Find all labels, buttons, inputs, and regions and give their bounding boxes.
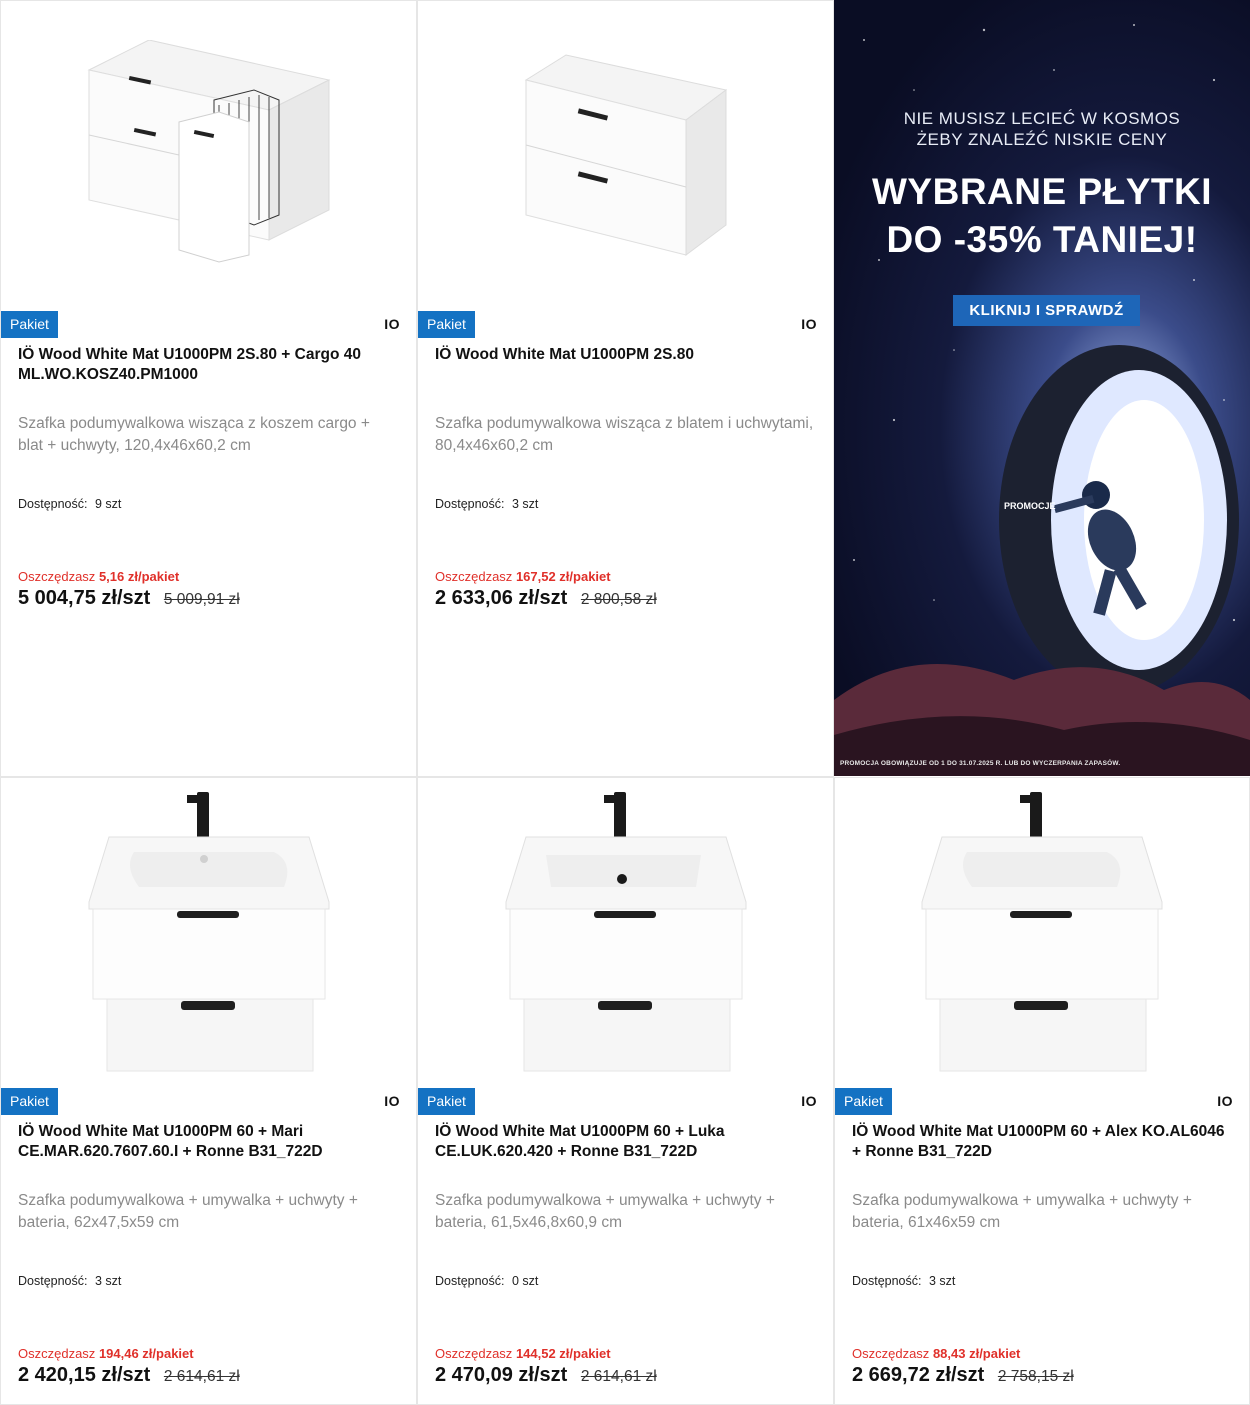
product-description: Szafka podumywalkowa wisząca z blatem i … <box>435 415 814 454</box>
product-image[interactable] <box>418 778 833 1086</box>
availability-label: Dostępność: <box>18 497 88 511</box>
availability-label: Dostępność: <box>435 497 505 511</box>
availability-label: Dostępność: <box>852 1274 922 1288</box>
package-badge: Pakiet <box>1 1088 58 1115</box>
availability: Dostępność: 3 szt <box>435 497 538 511</box>
old-price: 2 800,58 zł <box>580 591 657 608</box>
product-card[interactable]: Pakiet IO IÖ Wood White Mat U1000PM 2S.8… <box>417 0 834 777</box>
cabinet-image <box>524 54 727 256</box>
savings-label: Oszczędzasz <box>18 569 96 584</box>
product-description: Szafka podumywalkowa + umywalka + uchwyt… <box>852 1192 1192 1231</box>
package-badge: Pakiet <box>418 311 475 338</box>
product-image[interactable] <box>1 778 416 1086</box>
promo-banner[interactable]: NIE MUSISZ LECIEĆ W KOSMOS ŻEBY ZNALEŹĆ … <box>834 0 1250 776</box>
availability-label: Dostępność: <box>435 1274 505 1288</box>
availability-label: Dostępność: <box>18 1274 88 1288</box>
current-price: 2 633,06 zł/szt <box>435 587 568 609</box>
product-title[interactable]: IÖ Wood White Mat U1000PM 2S.80 <box>435 345 809 365</box>
product-image[interactable] <box>835 778 1249 1086</box>
price: 2 669,72 zł/szt 2 758,15 zł <box>852 1364 1074 1387</box>
promo-subheadline: NIE MUSISZ LECIEĆ W KOSMOS ŻEBY ZNALEŹĆ … <box>834 108 1250 150</box>
product-description: Szafka podumywalkowa + umywalka + uchwyt… <box>18 1192 358 1231</box>
vanity-sink-image <box>921 792 1163 1072</box>
availability-value: 0 szt <box>511 1274 539 1288</box>
savings-value: 144,52 zł/pakiet <box>515 1346 611 1361</box>
savings-label: Oszczędzasz <box>435 569 513 584</box>
package-badge: Pakiet <box>1 311 58 338</box>
product-title[interactable]: IÖ Wood White Mat U1000PM 60 + Mari CE.M… <box>18 1122 392 1162</box>
availability: Dostępność: 0 szt <box>435 1274 538 1288</box>
package-badge: Pakiet <box>835 1088 892 1115</box>
savings: Oszczędzasz 167,52 zł/pakiet <box>435 569 611 584</box>
product-title[interactable]: IÖ Wood White Mat U1000PM 60 + Alex KO.A… <box>852 1122 1225 1162</box>
brand-logo: IO <box>1217 1093 1233 1109</box>
brand-logo: IO <box>801 1093 817 1109</box>
product-title[interactable]: IÖ Wood White Mat U1000PM 60 + Luka CE.L… <box>435 1122 809 1162</box>
savings-value: 167,52 zł/pakiet <box>515 569 611 584</box>
promo-headline-2: DO -35% TANIEJ! <box>886 219 1198 260</box>
promo-headline: WYBRANE PŁYTKI DO -35% TANIEJ! <box>834 168 1250 264</box>
cabinet-cargo-image <box>87 40 330 263</box>
old-price: 2 614,61 zł <box>580 1368 657 1385</box>
product-card[interactable]: Pakiet IO IÖ Wood White Mat U1000PM 60 +… <box>417 777 834 1405</box>
brand-logo: IO <box>801 316 817 332</box>
current-price: 2 470,09 zł/szt <box>435 1364 568 1386</box>
savings: Oszczędzasz 194,46 zł/pakiet <box>18 1346 194 1361</box>
promo-tag: PROMOCJE <box>1004 501 1056 511</box>
product-description: Szafka podumywalkowa wisząca z koszem ca… <box>18 415 370 454</box>
savings-label: Oszczędzasz <box>852 1346 930 1361</box>
availability-value: 3 szt <box>511 497 539 511</box>
promo-cta-button[interactable]: KLIKNIJ I SPRAWDŹ <box>953 295 1140 326</box>
savings-label: Oszczędzasz <box>435 1346 513 1361</box>
brand-logo: IO <box>384 316 400 332</box>
product-title[interactable]: IÖ Wood White Mat U1000PM 2S.80 + Cargo … <box>18 345 392 385</box>
promo-headline-1: WYBRANE PŁYTKI <box>872 171 1212 212</box>
availability: Dostępność: 3 szt <box>18 1274 121 1288</box>
product-card[interactable]: Pakiet IO IÖ Wood White Mat U1000PM 60 +… <box>834 777 1250 1405</box>
price: 2 633,06 zł/szt 2 800,58 zł <box>435 587 657 610</box>
savings-label: Oszczędzasz <box>18 1346 96 1361</box>
availability-value: 3 szt <box>928 1274 956 1288</box>
vanity-sink-image <box>505 792 746 1072</box>
availability: Dostępność: 9 szt <box>18 497 121 511</box>
product-image[interactable] <box>1 1 416 309</box>
old-price: 2 758,15 zł <box>997 1368 1074 1385</box>
savings-value: 5,16 zł/pakiet <box>98 569 180 584</box>
old-price: 5 009,91 zł <box>163 591 240 608</box>
savings: Oszczędzasz 5,16 zł/pakiet <box>18 569 179 584</box>
price: 5 004,75 zł/szt 5 009,91 zł <box>18 587 240 610</box>
product-description: Szafka podumywalkowa + umywalka + uchwyt… <box>435 1192 775 1231</box>
savings: Oszczędzasz 88,43 zł/pakiet <box>852 1346 1020 1361</box>
current-price: 2 420,15 zł/szt <box>18 1364 151 1386</box>
availability: Dostępność: 3 szt <box>852 1274 955 1288</box>
savings-value: 88,43 zł/pakiet <box>932 1346 1021 1361</box>
promo-line-1: NIE MUSISZ LECIEĆ W KOSMOS <box>903 109 1181 128</box>
availability-value: 3 szt <box>94 1274 122 1288</box>
vanity-sink-image <box>88 792 329 1072</box>
current-price: 5 004,75 zł/szt <box>18 587 151 609</box>
availability-value: 9 szt <box>94 497 122 511</box>
savings-value: 194,46 zł/pakiet <box>98 1346 194 1361</box>
savings: Oszczędzasz 144,52 zł/pakiet <box>435 1346 611 1361</box>
price: 2 420,15 zł/szt 2 614,61 zł <box>18 1364 240 1387</box>
product-card[interactable]: Pakiet IO IÖ Wood White Mat U1000PM 60 +… <box>0 777 417 1405</box>
brand-logo: IO <box>384 1093 400 1109</box>
price: 2 470,09 zł/szt 2 614,61 zł <box>435 1364 657 1387</box>
package-badge: Pakiet <box>418 1088 475 1115</box>
promo-fine-print: PROMOCJA OBOWIĄZUJE OD 1 DO 31.07.2025 R… <box>840 760 1121 767</box>
product-card[interactable]: Pakiet IO IÖ Wood White Mat U1000PM 2S.8… <box>0 0 417 777</box>
product-grid: Pakiet IO IÖ Wood White Mat U1000PM 2S.8… <box>0 0 1250 1405</box>
current-price: 2 669,72 zł/szt <box>852 1364 985 1386</box>
promo-line-2: ŻEBY ZNALEŹĆ NISKIE CENY <box>916 130 1168 149</box>
product-image[interactable] <box>418 1 833 309</box>
old-price: 2 614,61 zł <box>163 1368 240 1385</box>
